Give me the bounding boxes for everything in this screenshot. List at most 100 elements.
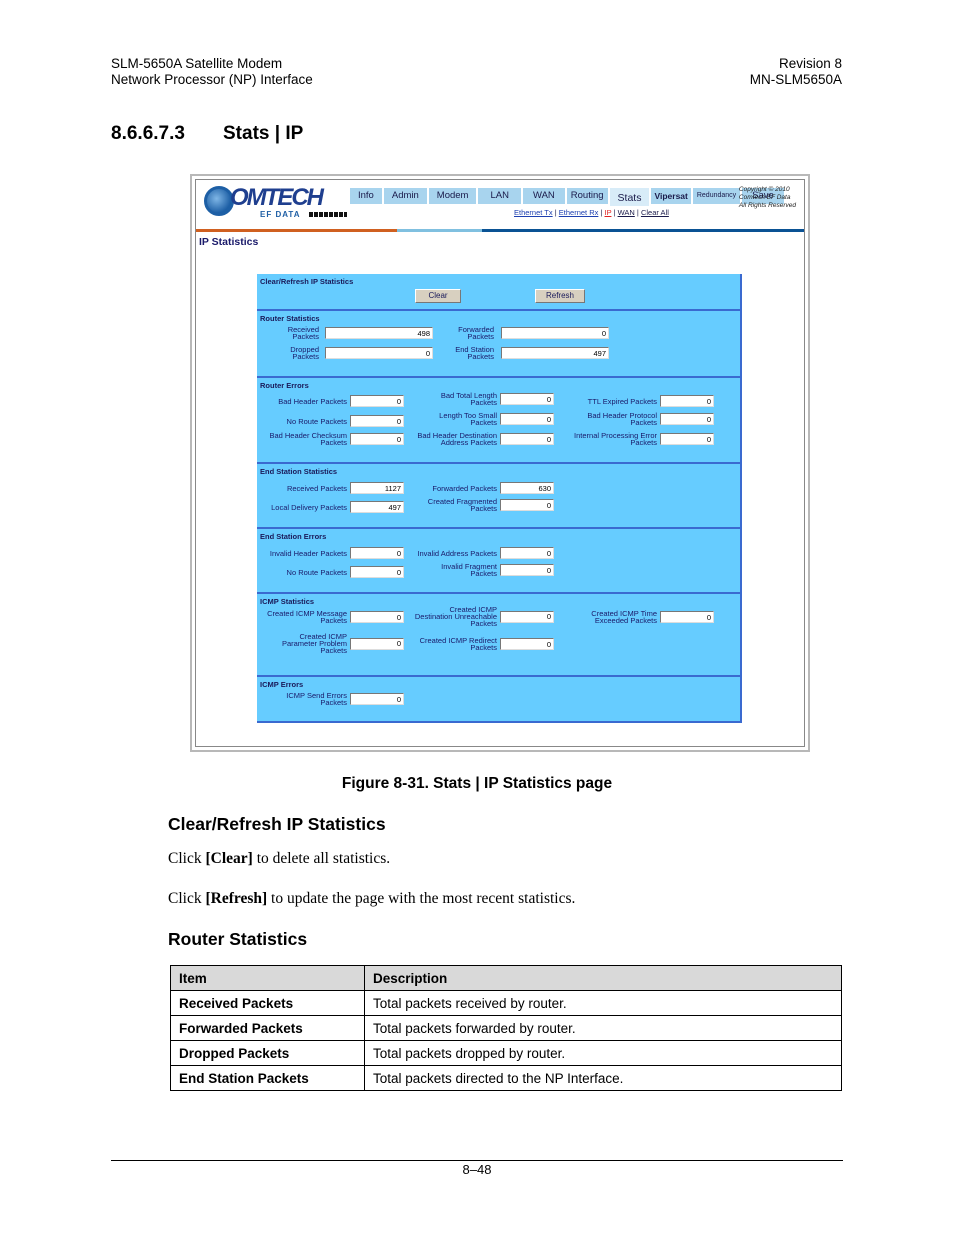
panel-title: Router Errors	[260, 381, 309, 390]
field-bad-header-checksum: Bad Header Checksum Packets	[257, 432, 404, 446]
subnav-ethernet-tx[interactable]: Ethernet Tx	[514, 208, 553, 217]
es-forwarded-input[interactable]	[500, 482, 554, 494]
bad-header-protocol-input[interactable]	[660, 413, 714, 425]
panel-title: Router Statistics	[260, 314, 320, 323]
field-invalid-fragment: Invalid Fragment Packets	[402, 563, 554, 577]
end-station-packets-input[interactable]	[501, 347, 609, 359]
doc-manual-id: MN-SLM5650A	[749, 72, 842, 87]
icmp-send-errors-input[interactable]	[350, 693, 404, 705]
icmp-parameter-problem-input[interactable]	[350, 637, 404, 650]
received-packets-input[interactable]	[325, 327, 433, 339]
description-cell: Total packets dropped by router.	[364, 1040, 842, 1066]
field-label: Internal Processing Error Packets	[574, 431, 657, 447]
field-dropped-packets: Dropped Packets	[257, 346, 322, 361]
table-row: Dropped Packets Total packets dropped by …	[170, 1040, 842, 1066]
es-received-input[interactable]	[350, 482, 404, 494]
section-number: 8.6.6.7.3	[111, 123, 185, 144]
page-number: 8–48	[462, 1162, 492, 1177]
invalid-header-input[interactable]	[350, 547, 404, 559]
tab-modem[interactable]: Modem	[428, 188, 477, 204]
tab-stats[interactable]: Stats	[609, 188, 650, 206]
comtech-logo: OMTECH EF DATA	[204, 184, 354, 222]
tab-admin[interactable]: Admin	[383, 188, 427, 204]
field-label: Invalid Fragment Packets	[441, 562, 497, 578]
tab-vipersat[interactable]: Vipersat	[651, 188, 691, 204]
field-label: TTL Expired Packets	[587, 396, 657, 406]
clear-paragraph: Click [Clear] to delete all statistics.	[168, 850, 390, 868]
field-label: Created ICMP Time Exceeded Packets	[591, 609, 657, 625]
tab-info[interactable]: Info	[350, 188, 382, 204]
doc-header-left: SLM-5650A Satellite Modem Network Proces…	[111, 56, 313, 88]
field-created-fragmented: Created Fragmented Packets	[402, 498, 554, 512]
field-label: Created ICMP Message Packets	[267, 609, 347, 625]
item-cell: Received Packets	[170, 990, 365, 1016]
tab-routing[interactable]: Routing	[566, 188, 608, 204]
subnav-ethernet-rx[interactable]: Ethernet Rx	[559, 208, 599, 217]
subnav-wan[interactable]: WAN	[618, 208, 635, 217]
clear-ref: [Clear]	[205, 850, 253, 867]
ttl-expired-input[interactable]	[660, 395, 714, 407]
icmp-redirect-input[interactable]	[500, 638, 554, 650]
stats-subnav: Ethernet Tx | Ethernet Rx | IP | WAN | C…	[514, 208, 669, 217]
logo-subtitle: EF DATA	[260, 210, 301, 219]
text: to delete all statistics.	[252, 850, 391, 867]
field-icmp-parameter-problem: Created ICMP Parameter Problem Packets	[257, 633, 404, 654]
section-title: 8.6.6.7.3 Stats | IP	[111, 123, 303, 145]
field-label: Invalid Header Packets	[269, 548, 347, 558]
field-invalid-address: Invalid Address Packets	[402, 547, 554, 559]
icmp-dest-unreachable-input[interactable]	[500, 610, 554, 623]
dropped-packets-input[interactable]	[325, 347, 433, 359]
panel-icmp-statistics: ICMP Statistics Created ICMP Message Pac…	[257, 594, 742, 677]
field-invalid-header: Invalid Header Packets	[257, 547, 404, 559]
icmp-message-input[interactable]	[350, 611, 404, 623]
field-bad-header-destination: Bad Header Destination Address Packets	[402, 432, 554, 446]
table-header-row: Item Description	[170, 965, 842, 991]
clear-button[interactable]: Clear	[415, 289, 461, 303]
internal-processing-error-input[interactable]	[660, 433, 714, 445]
field-label: End Station Packets	[455, 345, 494, 361]
logo-bars	[309, 212, 347, 217]
field-label: Bad Header Checksum Packets	[269, 431, 347, 447]
field-end-station-packets: End Station Packets	[437, 345, 497, 361]
bad-header-checksum-input[interactable]	[350, 433, 404, 445]
invalid-address-input[interactable]	[500, 547, 554, 559]
no-route-input[interactable]	[350, 415, 404, 427]
tab-wan[interactable]: WAN	[522, 188, 565, 204]
local-delivery-input[interactable]	[350, 501, 404, 513]
field-label: Created ICMP Parameter Problem Packets	[281, 632, 347, 655]
field-local-delivery: Local Delivery Packets	[257, 501, 404, 513]
table-row: Forwarded Packets Total packets forwarded…	[170, 1015, 842, 1041]
panel-title: End Station Errors	[260, 532, 327, 541]
field-no-route: No Route Packets	[257, 415, 404, 427]
field-icmp-dest-unreachable: Created ICMP Destination Unreachable Pac…	[402, 606, 554, 627]
icmp-time-exceeded-input[interactable]	[660, 611, 714, 623]
invalid-fragment-input[interactable]	[500, 564, 554, 576]
created-fragmented-input[interactable]	[500, 499, 554, 511]
footer-rule	[111, 1160, 843, 1161]
copyright-line: All Rights Reserved	[738, 202, 796, 209]
es-no-route-input[interactable]	[350, 566, 404, 578]
field-ttl-expired: TTL Expired Packets	[557, 395, 714, 407]
page-heading: IP Statistics	[199, 236, 259, 248]
field-internal-processing-error: Internal Processing Error Packets	[557, 432, 714, 446]
panel-clear-refresh: Clear/Refresh IP Statistics Clear Refres…	[257, 274, 742, 311]
text: to update the page with the most recent …	[267, 890, 576, 907]
refresh-button[interactable]: Refresh	[535, 289, 585, 303]
bad-header-destination-input[interactable]	[500, 433, 554, 445]
subnav-clear-all[interactable]: Clear All	[641, 208, 669, 217]
subnav-ip[interactable]: IP	[605, 208, 612, 217]
forwarded-packets-input[interactable]	[501, 327, 609, 339]
length-too-small-input[interactable]	[500, 413, 554, 425]
doc-product: SLM-5650A Satellite Modem	[111, 56, 283, 71]
router-statistics-table: Item Description Received Packets Total p…	[170, 965, 842, 1091]
bad-header-input[interactable]	[350, 395, 404, 407]
panel-title: ICMP Errors	[260, 680, 304, 689]
tab-lan[interactable]: LAN	[478, 188, 521, 204]
refresh-ref: [Refresh]	[205, 890, 268, 907]
copyright-notice: Copyright © 2010 Comtech EF Data All Rig…	[739, 186, 796, 210]
field-label: Length Too Small Packets	[439, 411, 497, 427]
description-cell: Total packets received by router.	[364, 990, 842, 1016]
tab-redundancy[interactable]: Redundancy	[692, 188, 741, 204]
bad-total-length-input[interactable]	[500, 393, 554, 405]
browser-page: OMTECH EF DATA Info Admin Modem LAN WAN …	[195, 179, 805, 747]
